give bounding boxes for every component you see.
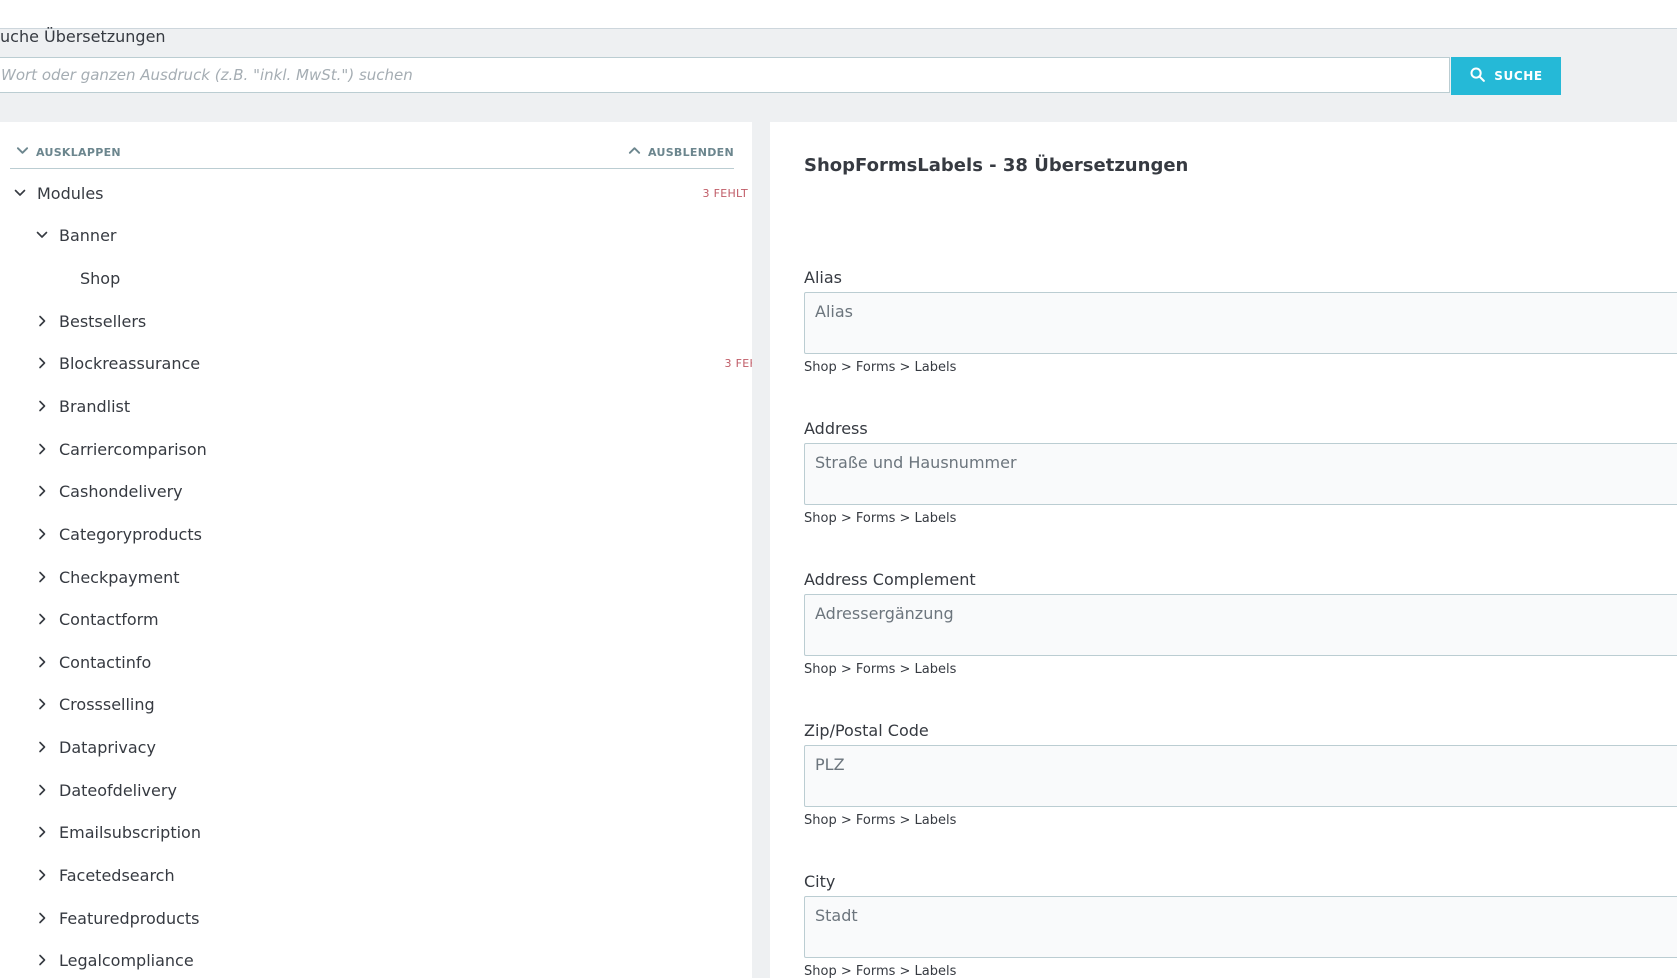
tree-item-dateofdelivery[interactable]: Dateofdelivery — [0, 771, 752, 809]
chevron-right-icon — [35, 314, 49, 328]
tree-item-label: Carriercomparison — [59, 439, 207, 459]
missing-badge: 3 FEHLT — [724, 356, 752, 370]
tree-item-label: Legalcompliance — [59, 950, 194, 970]
tree-item-banner[interactable]: Banner — [0, 216, 752, 254]
chevron-right-icon — [35, 740, 49, 754]
translation-label: Alias — [804, 268, 842, 287]
search-button-label: SUCHE — [1494, 69, 1543, 83]
tree-item-blockreassurance[interactable]: Blockreassurance 3 FEHLT — [0, 344, 752, 382]
tree-item-cashondelivery[interactable]: Cashondelivery — [0, 472, 752, 510]
translations-panel: ShopFormsLabels - 38 Übersetzungen Alias… — [770, 122, 1677, 978]
tree-item-carriercomparison[interactable]: Carriercomparison — [0, 430, 752, 468]
tree-item-label: Dateofdelivery — [59, 780, 177, 800]
tree-item-label: Checkpayment — [59, 567, 180, 587]
translation-textarea[interactable]: Stadt — [804, 896, 1677, 958]
chevron-down-icon — [13, 186, 27, 200]
chevron-right-icon — [35, 783, 49, 797]
tree-item-featuredproducts[interactable]: Featuredproducts — [0, 899, 752, 937]
collapse-all-button[interactable]: AUSBLENDEN — [628, 144, 734, 160]
translation-label: Address Complement — [804, 570, 976, 589]
translation-label: City — [804, 872, 836, 891]
translation-context-path: Shop > Forms > Labels — [804, 360, 957, 375]
tree-item-label: Shop — [80, 268, 121, 288]
chevron-right-icon — [35, 953, 49, 967]
tree-item-shop[interactable]: Shop — [0, 259, 752, 297]
chevron-right-icon — [35, 697, 49, 711]
translation-textarea[interactable]: Straße und Hausnummer — [804, 443, 1677, 505]
tree-item-legalcompliance[interactable]: Legalcompliance — [0, 941, 752, 978]
translation-context-path: Shop > Forms > Labels — [804, 662, 957, 677]
chevron-right-icon — [35, 570, 49, 584]
tree-item-facetedsearch[interactable]: Facetedsearch — [0, 856, 752, 894]
tree-item-categoryproducts[interactable]: Categoryproducts — [0, 515, 752, 553]
chevron-right-icon — [35, 399, 49, 413]
tree-item-label: Contactform — [59, 609, 159, 629]
chevron-right-icon — [35, 612, 49, 626]
search-button[interactable]: SUCHE — [1451, 57, 1561, 95]
translation-textarea[interactable]: PLZ — [804, 745, 1677, 807]
chevron-right-icon — [35, 911, 49, 925]
missing-badge: 3 FEHLT — [702, 186, 748, 200]
tree-item-dataprivacy[interactable]: Dataprivacy — [0, 728, 752, 766]
translation-textarea[interactable]: Alias — [804, 292, 1677, 354]
search-input[interactable] — [0, 57, 1450, 93]
chevron-up-icon — [628, 144, 641, 160]
translation-context-path: Shop > Forms > Labels — [804, 511, 957, 526]
chevron-right-icon — [35, 356, 49, 370]
tree-toolbar: AUSKLAPPEN AUSBLENDEN — [10, 139, 734, 169]
top-bar — [0, 0, 1677, 29]
tree-item-label: Featuredproducts — [59, 908, 200, 928]
tree-item-modules[interactable]: Modules 3 FEHLT — [0, 174, 752, 212]
tree-item-label: Dataprivacy — [59, 737, 156, 757]
chevron-right-icon — [35, 484, 49, 498]
tree-item-emailsubscription[interactable]: Emailsubscription — [0, 813, 752, 851]
chevron-right-icon — [35, 868, 49, 882]
expand-all-label: AUSKLAPPEN — [36, 145, 121, 159]
tree-item-contactinfo[interactable]: Contactinfo — [0, 643, 752, 681]
tree-item-contactform[interactable]: Contactform — [0, 600, 752, 638]
tree-item-label: Crossselling — [59, 694, 155, 714]
tree-item-label: Banner — [59, 225, 117, 245]
translation-tree-panel: AUSKLAPPEN AUSBLENDEN Modules 3 FEHLT Ba… — [0, 122, 752, 978]
chevron-right-icon — [35, 442, 49, 456]
tree-item-label: Contactinfo — [59, 652, 152, 672]
expand-all-button[interactable]: AUSKLAPPEN — [16, 144, 121, 160]
tree-item-label: Facetedsearch — [59, 865, 175, 885]
chevron-right-icon — [35, 655, 49, 669]
chevron-right-icon — [35, 527, 49, 541]
tree-item-bestsellers[interactable]: Bestsellers — [0, 302, 752, 340]
translation-textarea[interactable]: Adressergänzung — [804, 594, 1677, 656]
tree-item-label: Brandlist — [59, 396, 131, 416]
domain-title: ShopFormsLabels - 38 Übersetzungen — [804, 155, 1189, 176]
tree-item-label: Cashondelivery — [59, 481, 183, 501]
search-heading: uche Übersetzungen — [0, 27, 166, 46]
tree-item-label: Emailsubscription — [59, 822, 201, 842]
tree-item-checkpayment[interactable]: Checkpayment — [0, 558, 752, 596]
chevron-down-icon — [35, 228, 49, 242]
translation-context-path: Shop > Forms > Labels — [804, 813, 957, 828]
tree-item-crossselling[interactable]: Crossselling — [0, 685, 752, 723]
tree-item-label: Bestsellers — [59, 311, 147, 331]
tree-item-label: Categoryproducts — [59, 524, 202, 544]
translation-label: Address — [804, 419, 868, 438]
tree-item-label: Modules — [37, 183, 104, 203]
translation-context-path: Shop > Forms > Labels — [804, 964, 957, 978]
tree-item-label: Blockreassurance — [59, 353, 201, 373]
chevron-right-icon — [35, 825, 49, 839]
chevron-down-icon — [16, 144, 29, 160]
translation-label: Zip/Postal Code — [804, 721, 929, 740]
tree-item-brandlist[interactable]: Brandlist — [0, 387, 752, 425]
search-icon — [1469, 66, 1486, 86]
collapse-all-label: AUSBLENDEN — [648, 145, 734, 159]
